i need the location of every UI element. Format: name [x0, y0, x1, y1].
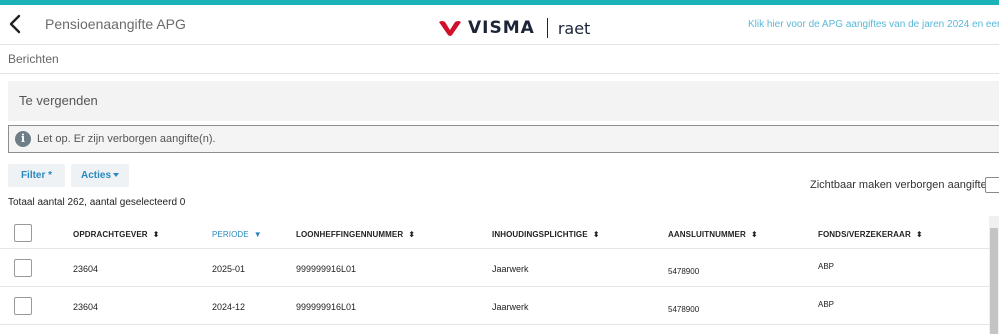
section-title: Te vergenden	[19, 93, 98, 108]
info-icon: i	[15, 131, 31, 147]
column-header-fonds[interactable]: FONDS/VERZEKERAAR ⬍	[818, 230, 923, 239]
sort-icon: ⬍	[915, 229, 923, 239]
sort-icon: ⬍	[750, 229, 758, 239]
table-row[interactable]: 23604 2024-12 999999916L01 Jaarwerk 5478…	[0, 287, 989, 325]
sort-desc-icon: ▼	[253, 229, 262, 239]
breadcrumb: Berichten	[0, 46, 999, 74]
app-header: Pensioenaangifte APG VISMA raet Klik hie…	[0, 5, 999, 45]
acties-dropdown-button[interactable]: Acties	[71, 164, 129, 187]
table-header-row: OPDRACHTGEVER ⬍ PERIODE ▼ LOONHEFFINGENNUM…	[0, 216, 989, 249]
column-header-label: PERIODE	[212, 230, 249, 239]
logo-subbrand: raet	[557, 18, 591, 38]
cell-inhoudingsplichtige: Jaarwerk	[492, 302, 529, 312]
cell-opdrachtgever: 23604	[73, 264, 99, 274]
caret-down-icon	[113, 173, 119, 178]
cell-opdrachtgever: 23604	[73, 302, 99, 312]
cell-periode: 2024-12	[212, 302, 246, 312]
visma-logo-mark-icon	[439, 21, 461, 36]
cell-inhoudingsplichtige: Jaarwerk	[492, 264, 529, 274]
chevron-left-icon	[9, 14, 21, 34]
visma-raet-logo: VISMA raet	[438, 15, 590, 41]
column-header-label: INHOUDINGSPLICHTIGE	[492, 230, 588, 239]
column-header-label: OPDRACHTGEVER	[73, 230, 148, 239]
breadcrumb-berichten[interactable]: Berichten	[8, 52, 59, 66]
column-header-periode[interactable]: PERIODE ▼	[212, 230, 262, 239]
column-header-loonheffingennummer[interactable]: LOONHEFFINGENNUMMER ⬍	[296, 230, 415, 239]
logo-divider	[546, 18, 548, 38]
page-title: Pensioenaangifte APG	[45, 16, 186, 32]
acties-button-label: Acties	[80, 170, 111, 181]
cell-loonheffingennummer: 999999916L01	[296, 264, 357, 274]
hidden-notice-banner: i Let op. Er zijn verborgen aangifte(n).	[8, 125, 999, 153]
column-header-aansluitnummer[interactable]: AANSLUITNUMMER ⬍	[668, 230, 758, 239]
cell-fonds: ABP	[818, 262, 835, 271]
apg-archive-link[interactable]: Klik hier voor de APG aangiftes van de j…	[748, 19, 999, 30]
sort-icon: ⬍	[408, 229, 416, 239]
table-scrollbar[interactable]	[989, 216, 999, 334]
filter-button[interactable]: Filter *	[8, 164, 65, 187]
sort-icon: ⬍	[592, 229, 600, 239]
filter-button-label: Filter *	[20, 170, 53, 181]
cell-aansluitnummer: 5478900	[668, 305, 700, 314]
row-checkbox[interactable]	[14, 297, 32, 315]
totals-summary: Totaal aantal 262, aantal geselecteerd 0	[8, 197, 186, 208]
cell-loonheffingennummer: 999999916L01	[296, 302, 357, 312]
show-hidden-label: Zichtbaar maken verborgen aangiften	[810, 179, 993, 191]
scrollbar-thumb[interactable]	[990, 228, 998, 334]
sort-icon: ⬍	[152, 229, 160, 239]
table-row[interactable]: 23604 2025-01 999999916L01 Jaarwerk 5478…	[0, 249, 989, 287]
column-header-label: LOONHEFFINGENNUMMER	[296, 230, 404, 239]
column-header-opdrachtgever[interactable]: OPDRACHTGEVER ⬍	[73, 230, 159, 239]
notice-text: Let op. Er zijn verborgen aangifte(n).	[37, 133, 216, 145]
column-header-inhoudingsplichtige[interactable]: INHOUDINGSPLICHTIGE ⬍	[492, 230, 600, 239]
column-header-label: AANSLUITNUMMER	[668, 230, 746, 239]
row-checkbox[interactable]	[14, 259, 32, 277]
select-all-checkbox[interactable]	[14, 224, 32, 242]
cell-fonds: ABP	[818, 300, 835, 309]
logo-wordmark: VISMA	[468, 18, 535, 38]
cell-periode: 2025-01	[212, 264, 246, 274]
cell-aansluitnummer: 5478900	[668, 267, 700, 276]
show-hidden-checkbox[interactable]	[985, 177, 999, 193]
column-header-label: FONDS/VERZEKERAAR	[818, 230, 911, 239]
section-header: Te vergenden	[8, 81, 999, 121]
back-button[interactable]	[6, 13, 24, 35]
